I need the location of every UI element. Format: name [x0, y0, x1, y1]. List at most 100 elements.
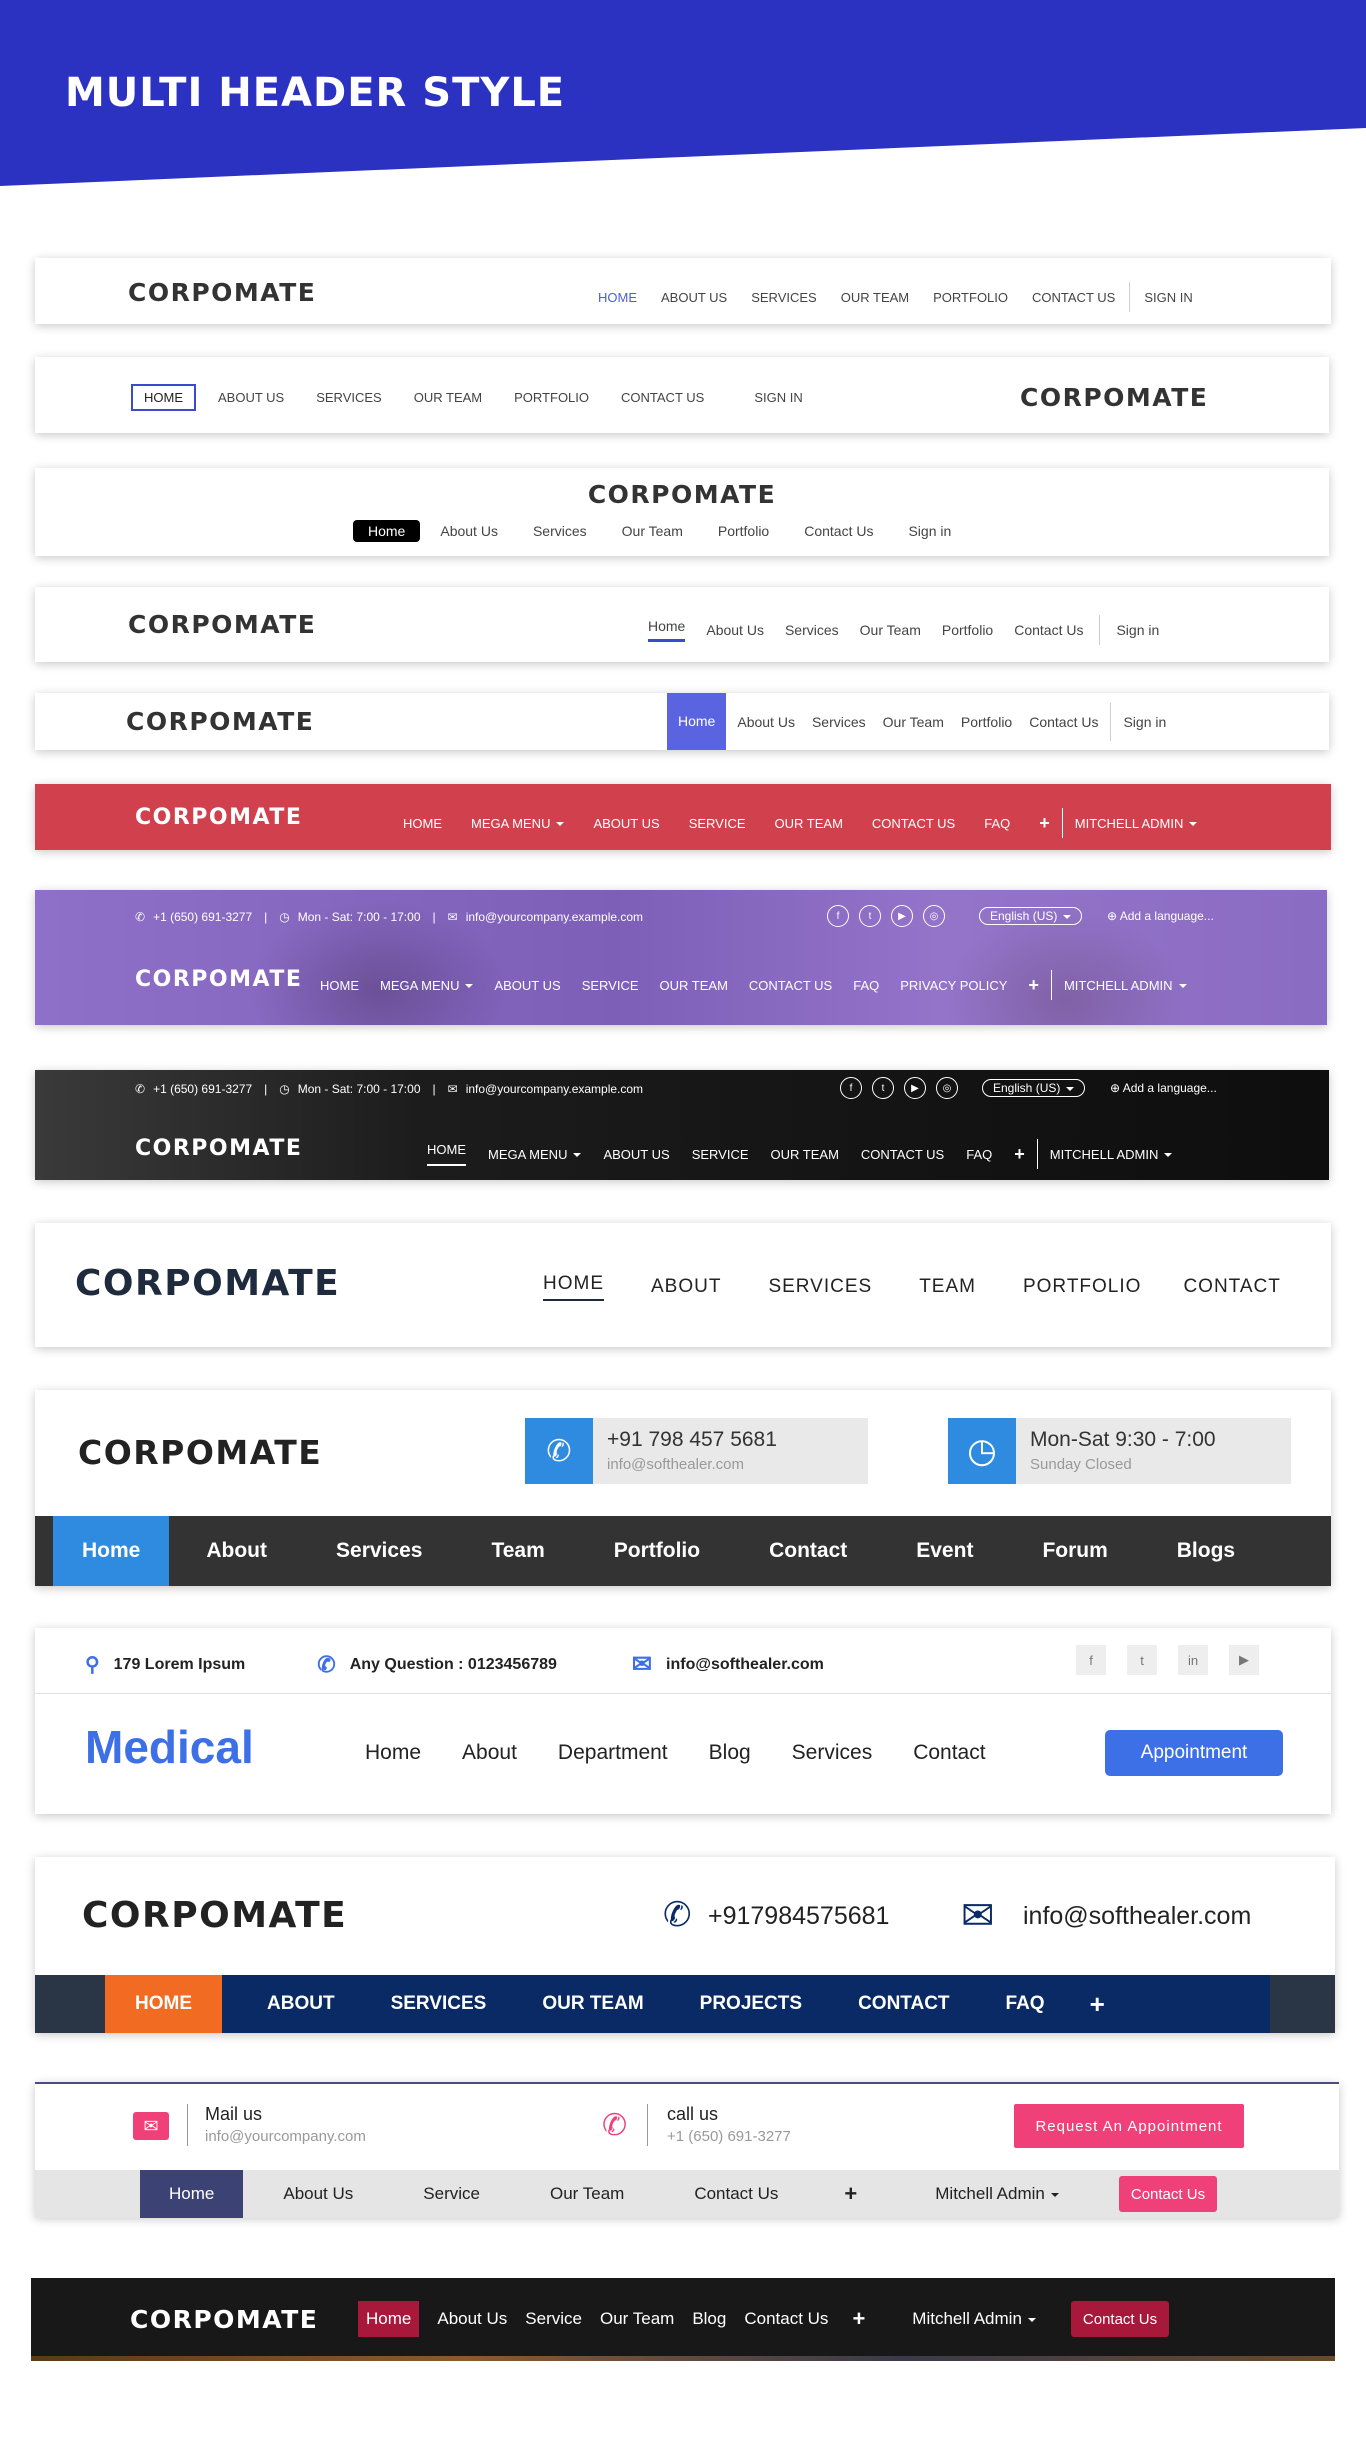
twitter-icon[interactable]: t [859, 905, 881, 927]
nav-item-team[interactable]: Our Team [622, 523, 683, 539]
nav-item-service[interactable]: SERVICE [582, 978, 639, 993]
nav-item-event[interactable]: Event [916, 1539, 973, 1563]
add-language-link[interactable]: ⊕ Add a language... [1110, 1081, 1217, 1095]
nav-item-home[interactable]: HOME [403, 816, 442, 831]
nav-item-contact[interactable]: Contact Us [744, 2309, 828, 2329]
nav-item-about[interactable]: About Us [437, 2309, 507, 2329]
youtube-icon[interactable]: ▶ [904, 1077, 926, 1099]
sign-in-link[interactable]: SIGN IN [1144, 290, 1192, 305]
nav-item-home[interactable]: Home [353, 520, 421, 542]
nav-item-home[interactable]: HOME [320, 978, 359, 993]
user-menu[interactable]: Mitchell Admin [912, 2309, 1036, 2329]
nav-item-mega-menu[interactable]: MEGA MENU [471, 816, 564, 831]
nav-item-home[interactable]: HOME [131, 384, 196, 411]
contact-us-button[interactable]: Contact Us [1118, 2176, 1218, 2212]
nav-item-privacy[interactable]: PRIVACY POLICY [900, 978, 1007, 993]
nav-item-contact[interactable]: Contact Us [1029, 714, 1098, 730]
youtube-icon[interactable]: ▶ [1229, 1645, 1259, 1675]
email-address[interactable]: info@softhealer.com [666, 1656, 824, 1674]
plus-icon[interactable]: + [844, 2181, 857, 2207]
nav-item-faq[interactable]: FAQ [1006, 1993, 1045, 2015]
user-menu[interactable]: MITCHELL ADMIN [1064, 978, 1187, 993]
nav-item-services[interactable]: Services [792, 1741, 873, 1765]
nav-item-about[interactable]: ABOUT US [218, 390, 284, 405]
language-select[interactable]: English (US) [982, 1079, 1086, 1097]
nav-item-team[interactable]: OUR TEAM [841, 290, 909, 305]
nav-item-team[interactable]: OUR TEAM [660, 978, 728, 993]
nav-item-services[interactable]: Services [336, 1539, 422, 1563]
nav-item-about[interactable]: ABOUT [267, 1993, 335, 2015]
nav-item-team[interactable]: Our Team [550, 2184, 624, 2204]
nav-item-services[interactable]: Services [812, 714, 866, 730]
nav-item-contact[interactable]: Contact Us [694, 2184, 778, 2204]
nav-item-contact[interactable]: CONTACT [1183, 1276, 1280, 1298]
nav-item-about[interactable]: About Us [706, 622, 764, 638]
nav-item-team[interactable]: OUR TEAM [414, 390, 482, 405]
nav-item-about[interactable]: ABOUT US [661, 290, 727, 305]
nav-item-home[interactable]: Home [365, 1741, 421, 1765]
nav-item-mega-menu[interactable]: MEGA MENU [488, 1147, 581, 1162]
nav-item-contact[interactable]: CONTACT US [861, 1147, 944, 1162]
nav-item-faq[interactable]: FAQ [853, 978, 879, 993]
nav-item-home[interactable]: HOME [427, 1142, 466, 1166]
nav-item-portfolio[interactable]: PORTFOLIO [514, 390, 589, 405]
user-menu[interactable]: Mitchell Admin [935, 2184, 1059, 2204]
plus-icon[interactable]: + [852, 2306, 865, 2332]
nav-item-portfolio[interactable]: Portfolio [961, 714, 1012, 730]
sign-in-link[interactable]: SIGN IN [754, 390, 802, 405]
nav-item-contact[interactable]: CONTACT US [749, 978, 832, 993]
nav-item-about[interactable]: About Us [737, 714, 795, 730]
nav-item-contact[interactable]: Contact Us [804, 523, 873, 539]
nav-item-about[interactable]: About [462, 1741, 517, 1765]
nav-item-team[interactable]: OUR TEAM [771, 1147, 839, 1162]
nav-item-projects[interactable]: PROJECTS [700, 1993, 802, 2015]
facebook-icon[interactable]: f [827, 905, 849, 927]
nav-item-contact[interactable]: Contact [769, 1539, 847, 1563]
nav-item-home[interactable]: HOME [598, 290, 637, 305]
nav-item-portfolio[interactable]: Portfolio [718, 523, 769, 539]
plus-icon[interactable]: + [1039, 813, 1050, 834]
nav-item-forum[interactable]: Forum [1042, 1539, 1107, 1563]
nav-item-contact[interactable]: CONTACT [858, 1993, 949, 2015]
nav-item-about[interactable]: About [206, 1539, 267, 1563]
sign-in-link[interactable]: Sign in [908, 523, 951, 539]
nav-item-services[interactable]: Services [533, 523, 587, 539]
user-menu[interactable]: MITCHELL ADMIN [1075, 816, 1198, 831]
nav-item-services[interactable]: Services [785, 622, 839, 638]
twitter-icon[interactable]: t [1127, 1645, 1157, 1675]
email-address[interactable]: info@yourcompany.example.com [466, 1082, 643, 1096]
nav-item-portfolio[interactable]: Portfolio [942, 622, 993, 638]
nav-item-about[interactable]: ABOUT US [494, 978, 560, 993]
sign-in-link[interactable]: Sign in [1116, 622, 1159, 638]
twitter-icon[interactable]: t [872, 1077, 894, 1099]
language-select[interactable]: English (US) [979, 907, 1083, 925]
youtube-icon[interactable]: ▶ [891, 905, 913, 927]
nav-item-about[interactable]: ABOUT US [593, 816, 659, 831]
nav-item-home[interactable]: Home [648, 618, 686, 642]
nav-item-department[interactable]: Department [558, 1741, 668, 1765]
nav-item-team[interactable]: Our Team [860, 622, 921, 638]
mail-value[interactable]: info@yourcompany.com [205, 2128, 366, 2145]
nav-item-team[interactable]: Team [491, 1539, 544, 1563]
nav-item-about[interactable]: About Us [440, 523, 498, 539]
nav-item-contact[interactable]: CONTACT US [1032, 290, 1115, 305]
nav-item-about[interactable]: About Us [283, 2184, 353, 2204]
contact-us-button[interactable]: Contact Us [1070, 2301, 1170, 2337]
nav-item-contact[interactable]: CONTACT US [872, 816, 955, 831]
nav-item-service[interactable]: SERVICE [689, 816, 746, 831]
nav-item-contact[interactable]: Contact Us [1014, 622, 1083, 638]
instagram-icon[interactable]: ◎ [936, 1077, 958, 1099]
nav-item-service[interactable]: Service [423, 2184, 480, 2204]
nav-item-team[interactable]: OUR TEAM [542, 1993, 643, 2015]
nav-item-team[interactable]: Our Team [883, 714, 944, 730]
nav-item-home[interactable]: Home [358, 2301, 420, 2337]
nav-item-service[interactable]: Service [525, 2309, 582, 2329]
nav-item-services[interactable]: SERVICES [391, 1993, 487, 2015]
nav-item-services[interactable]: SERVICES [751, 290, 817, 305]
nav-item-portfolio[interactable]: Portfolio [614, 1539, 700, 1563]
nav-item-contact[interactable]: CONTACT US [621, 390, 704, 405]
nav-item-mega-menu[interactable]: MEGA MENU [380, 978, 473, 993]
nav-item-home[interactable]: Home [140, 2170, 244, 2218]
nav-item-team[interactable]: Our Team [600, 2309, 674, 2329]
add-language-link[interactable]: ⊕ Add a language... [1107, 909, 1214, 923]
